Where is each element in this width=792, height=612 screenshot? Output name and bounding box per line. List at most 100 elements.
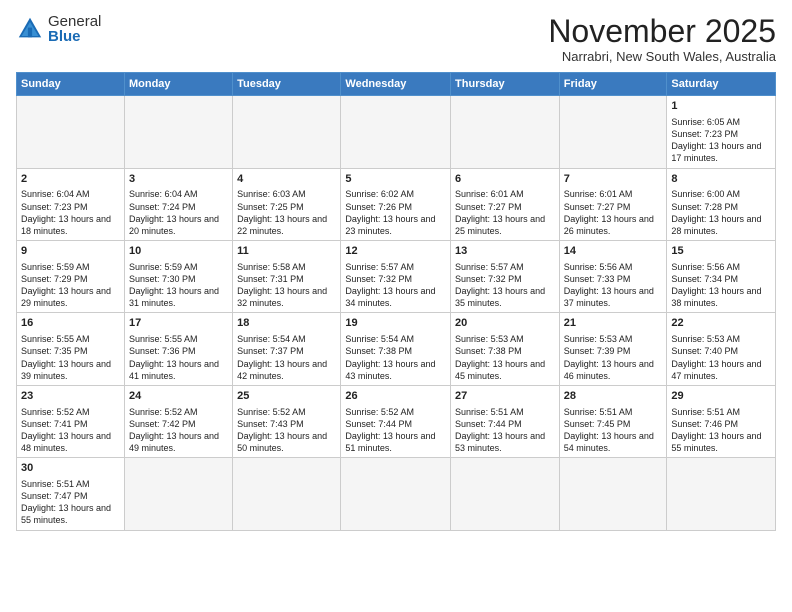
- day-info: Sunrise: 5:51 AM Sunset: 7:44 PM Dayligh…: [455, 407, 545, 453]
- day-number: 17: [129, 316, 228, 331]
- calendar-week-row: 2Sunrise: 6:04 AM Sunset: 7:23 PM Daylig…: [17, 168, 776, 240]
- calendar-cell: 23Sunrise: 5:52 AM Sunset: 7:41 PM Dayli…: [17, 385, 125, 457]
- day-info: Sunrise: 6:01 AM Sunset: 7:27 PM Dayligh…: [455, 189, 545, 235]
- day-number: 12: [345, 244, 446, 259]
- weekday-header-row: SundayMondayTuesdayWednesdayThursdayFrid…: [17, 73, 776, 96]
- day-number: 15: [671, 244, 771, 259]
- day-info: Sunrise: 5:55 AM Sunset: 7:35 PM Dayligh…: [21, 334, 111, 380]
- calendar-cell: 2Sunrise: 6:04 AM Sunset: 7:23 PM Daylig…: [17, 168, 125, 240]
- day-info: Sunrise: 6:04 AM Sunset: 7:23 PM Dayligh…: [21, 189, 111, 235]
- calendar-week-row: 1 Sunrise: 6:05 AM Sunset: 7:23 PM Daylig…: [17, 96, 776, 168]
- day-info: Sunrise: 5:53 AM Sunset: 7:38 PM Dayligh…: [455, 334, 545, 380]
- calendar-cell: 26Sunrise: 5:52 AM Sunset: 7:44 PM Dayli…: [341, 385, 451, 457]
- weekday-header-thursday: Thursday: [451, 73, 560, 96]
- day-info: Sunrise: 6:02 AM Sunset: 7:26 PM Dayligh…: [345, 189, 435, 235]
- calendar-cell: 24Sunrise: 5:52 AM Sunset: 7:42 PM Dayli…: [124, 385, 232, 457]
- weekday-header-wednesday: Wednesday: [341, 73, 451, 96]
- day-number: 4: [237, 172, 336, 187]
- calendar-cell: 16 Sunrise: 5:55 AM Sunset: 7:35 PM Dayli…: [17, 313, 125, 385]
- calendar-cell: [451, 96, 560, 168]
- calendar-cell: 14 Sunrise: 5:56 AM Sunset: 7:33 PM Dayli…: [559, 241, 667, 313]
- page: General Blue November 2025 Narrabri, New…: [0, 0, 792, 612]
- weekday-header-friday: Friday: [559, 73, 667, 96]
- calendar-cell: 8Sunrise: 6:00 AM Sunset: 7:28 PM Daylig…: [667, 168, 776, 240]
- calendar-cell: 21 Sunrise: 5:53 AM Sunset: 7:39 PM Dayli…: [559, 313, 667, 385]
- day-number: 18: [237, 316, 336, 331]
- calendar-cell: 3Sunrise: 6:04 AM Sunset: 7:24 PM Daylig…: [124, 168, 232, 240]
- calendar-cell: 10 Sunrise: 5:59 AM Sunset: 7:30 PM Dayli…: [124, 241, 232, 313]
- day-info: Sunrise: 5:55 AM Sunset: 7:36 PM Dayligh…: [129, 334, 219, 380]
- day-number: 27: [455, 389, 555, 404]
- day-number: 25: [237, 389, 336, 404]
- day-info: Sunrise: 5:51 AM Sunset: 7:47 PM Dayligh…: [21, 479, 111, 525]
- calendar-cell: 6 Sunrise: 6:01 AM Sunset: 7:27 PM Daylig…: [451, 168, 560, 240]
- day-info: Sunrise: 5:51 AM Sunset: 7:45 PM Dayligh…: [564, 407, 654, 453]
- day-info: Sunrise: 6:00 AM Sunset: 7:28 PM Dayligh…: [671, 189, 761, 235]
- calendar-cell: [17, 96, 125, 168]
- day-info: Sunrise: 5:58 AM Sunset: 7:31 PM Dayligh…: [237, 262, 327, 308]
- day-info: Sunrise: 5:54 AM Sunset: 7:37 PM Dayligh…: [237, 334, 327, 380]
- calendar-cell: [341, 458, 451, 530]
- calendar-cell: 9 Sunrise: 5:59 AM Sunset: 7:29 PM Daylig…: [17, 241, 125, 313]
- calendar-cell: 1 Sunrise: 6:05 AM Sunset: 7:23 PM Daylig…: [667, 96, 776, 168]
- calendar-cell: [451, 458, 560, 530]
- day-number: 1: [671, 99, 771, 114]
- calendar-cell: 29 Sunrise: 5:51 AM Sunset: 7:46 PM Dayli…: [667, 385, 776, 457]
- day-number: 26: [345, 389, 446, 404]
- weekday-header-sunday: Sunday: [17, 73, 125, 96]
- calendar-week-row: 9 Sunrise: 5:59 AM Sunset: 7:29 PM Daylig…: [17, 241, 776, 313]
- day-info: Sunrise: 5:51 AM Sunset: 7:46 PM Dayligh…: [671, 407, 761, 453]
- day-number: 23: [21, 389, 120, 404]
- calendar-cell: 11 Sunrise: 5:58 AM Sunset: 7:31 PM Dayli…: [233, 241, 341, 313]
- calendar-cell: 28Sunrise: 5:51 AM Sunset: 7:45 PM Dayli…: [559, 385, 667, 457]
- day-number: 29: [671, 389, 771, 404]
- day-info: Sunrise: 5:53 AM Sunset: 7:39 PM Dayligh…: [564, 334, 654, 380]
- calendar-cell: [233, 96, 341, 168]
- day-info: Sunrise: 5:53 AM Sunset: 7:40 PM Dayligh…: [671, 334, 761, 380]
- day-info: Sunrise: 6:04 AM Sunset: 7:24 PM Dayligh…: [129, 189, 219, 235]
- day-number: 10: [129, 244, 228, 259]
- weekday-header-saturday: Saturday: [667, 73, 776, 96]
- calendar-cell: [341, 96, 451, 168]
- day-number: 9: [21, 244, 120, 259]
- day-number: 16: [21, 316, 120, 331]
- day-info: Sunrise: 5:59 AM Sunset: 7:30 PM Dayligh…: [129, 262, 219, 308]
- calendar-cell: 20 Sunrise: 5:53 AM Sunset: 7:38 PM Dayli…: [451, 313, 560, 385]
- day-number: 30: [21, 461, 120, 476]
- logo-icon: [16, 15, 44, 43]
- logo: General Blue: [16, 14, 101, 44]
- day-number: 13: [455, 244, 555, 259]
- calendar-cell: 22 Sunrise: 5:53 AM Sunset: 7:40 PM Dayli…: [667, 313, 776, 385]
- day-info: Sunrise: 5:54 AM Sunset: 7:38 PM Dayligh…: [345, 334, 435, 380]
- day-number: 11: [237, 244, 336, 259]
- calendar-cell: 18 Sunrise: 5:54 AM Sunset: 7:37 PM Dayli…: [233, 313, 341, 385]
- weekday-header-monday: Monday: [124, 73, 232, 96]
- day-info: Sunrise: 6:03 AM Sunset: 7:25 PM Dayligh…: [237, 189, 327, 235]
- day-info: Sunrise: 5:52 AM Sunset: 7:43 PM Dayligh…: [237, 407, 327, 453]
- calendar-cell: 5Sunrise: 6:02 AM Sunset: 7:26 PM Daylig…: [341, 168, 451, 240]
- day-info: Sunrise: 6:01 AM Sunset: 7:27 PM Dayligh…: [564, 189, 654, 235]
- calendar-cell: 7Sunrise: 6:01 AM Sunset: 7:27 PM Daylig…: [559, 168, 667, 240]
- day-info: Sunrise: 5:59 AM Sunset: 7:29 PM Dayligh…: [21, 262, 111, 308]
- logo-text: General Blue: [48, 14, 101, 44]
- day-number: 22: [671, 316, 771, 331]
- calendar-cell: 4 Sunrise: 6:03 AM Sunset: 7:25 PM Daylig…: [233, 168, 341, 240]
- day-number: 6: [455, 172, 555, 187]
- calendar-cell: 30 Sunrise: 5:51 AM Sunset: 7:47 PM Dayli…: [17, 458, 125, 530]
- calendar-table: SundayMondayTuesdayWednesdayThursdayFrid…: [16, 72, 776, 530]
- day-info: Sunrise: 5:57 AM Sunset: 7:32 PM Dayligh…: [345, 262, 435, 308]
- calendar-week-row: 16 Sunrise: 5:55 AM Sunset: 7:35 PM Dayli…: [17, 313, 776, 385]
- day-info: Sunrise: 5:56 AM Sunset: 7:33 PM Dayligh…: [564, 262, 654, 308]
- calendar-cell: 15Sunrise: 5:56 AM Sunset: 7:34 PM Dayli…: [667, 241, 776, 313]
- day-number: 20: [455, 316, 555, 331]
- calendar-cell: 19Sunrise: 5:54 AM Sunset: 7:38 PM Dayli…: [341, 313, 451, 385]
- calendar-cell: 12 Sunrise: 5:57 AM Sunset: 7:32 PM Dayli…: [341, 241, 451, 313]
- day-info: Sunrise: 6:05 AM Sunset: 7:23 PM Dayligh…: [671, 117, 761, 163]
- location-text: Narrabri, New South Wales, Australia: [548, 49, 776, 64]
- calendar-cell: 17 Sunrise: 5:55 AM Sunset: 7:36 PM Dayli…: [124, 313, 232, 385]
- calendar-cell: [233, 458, 341, 530]
- day-number: 21: [564, 316, 663, 331]
- day-info: Sunrise: 5:52 AM Sunset: 7:42 PM Dayligh…: [129, 407, 219, 453]
- day-number: 14: [564, 244, 663, 259]
- calendar-cell: [559, 96, 667, 168]
